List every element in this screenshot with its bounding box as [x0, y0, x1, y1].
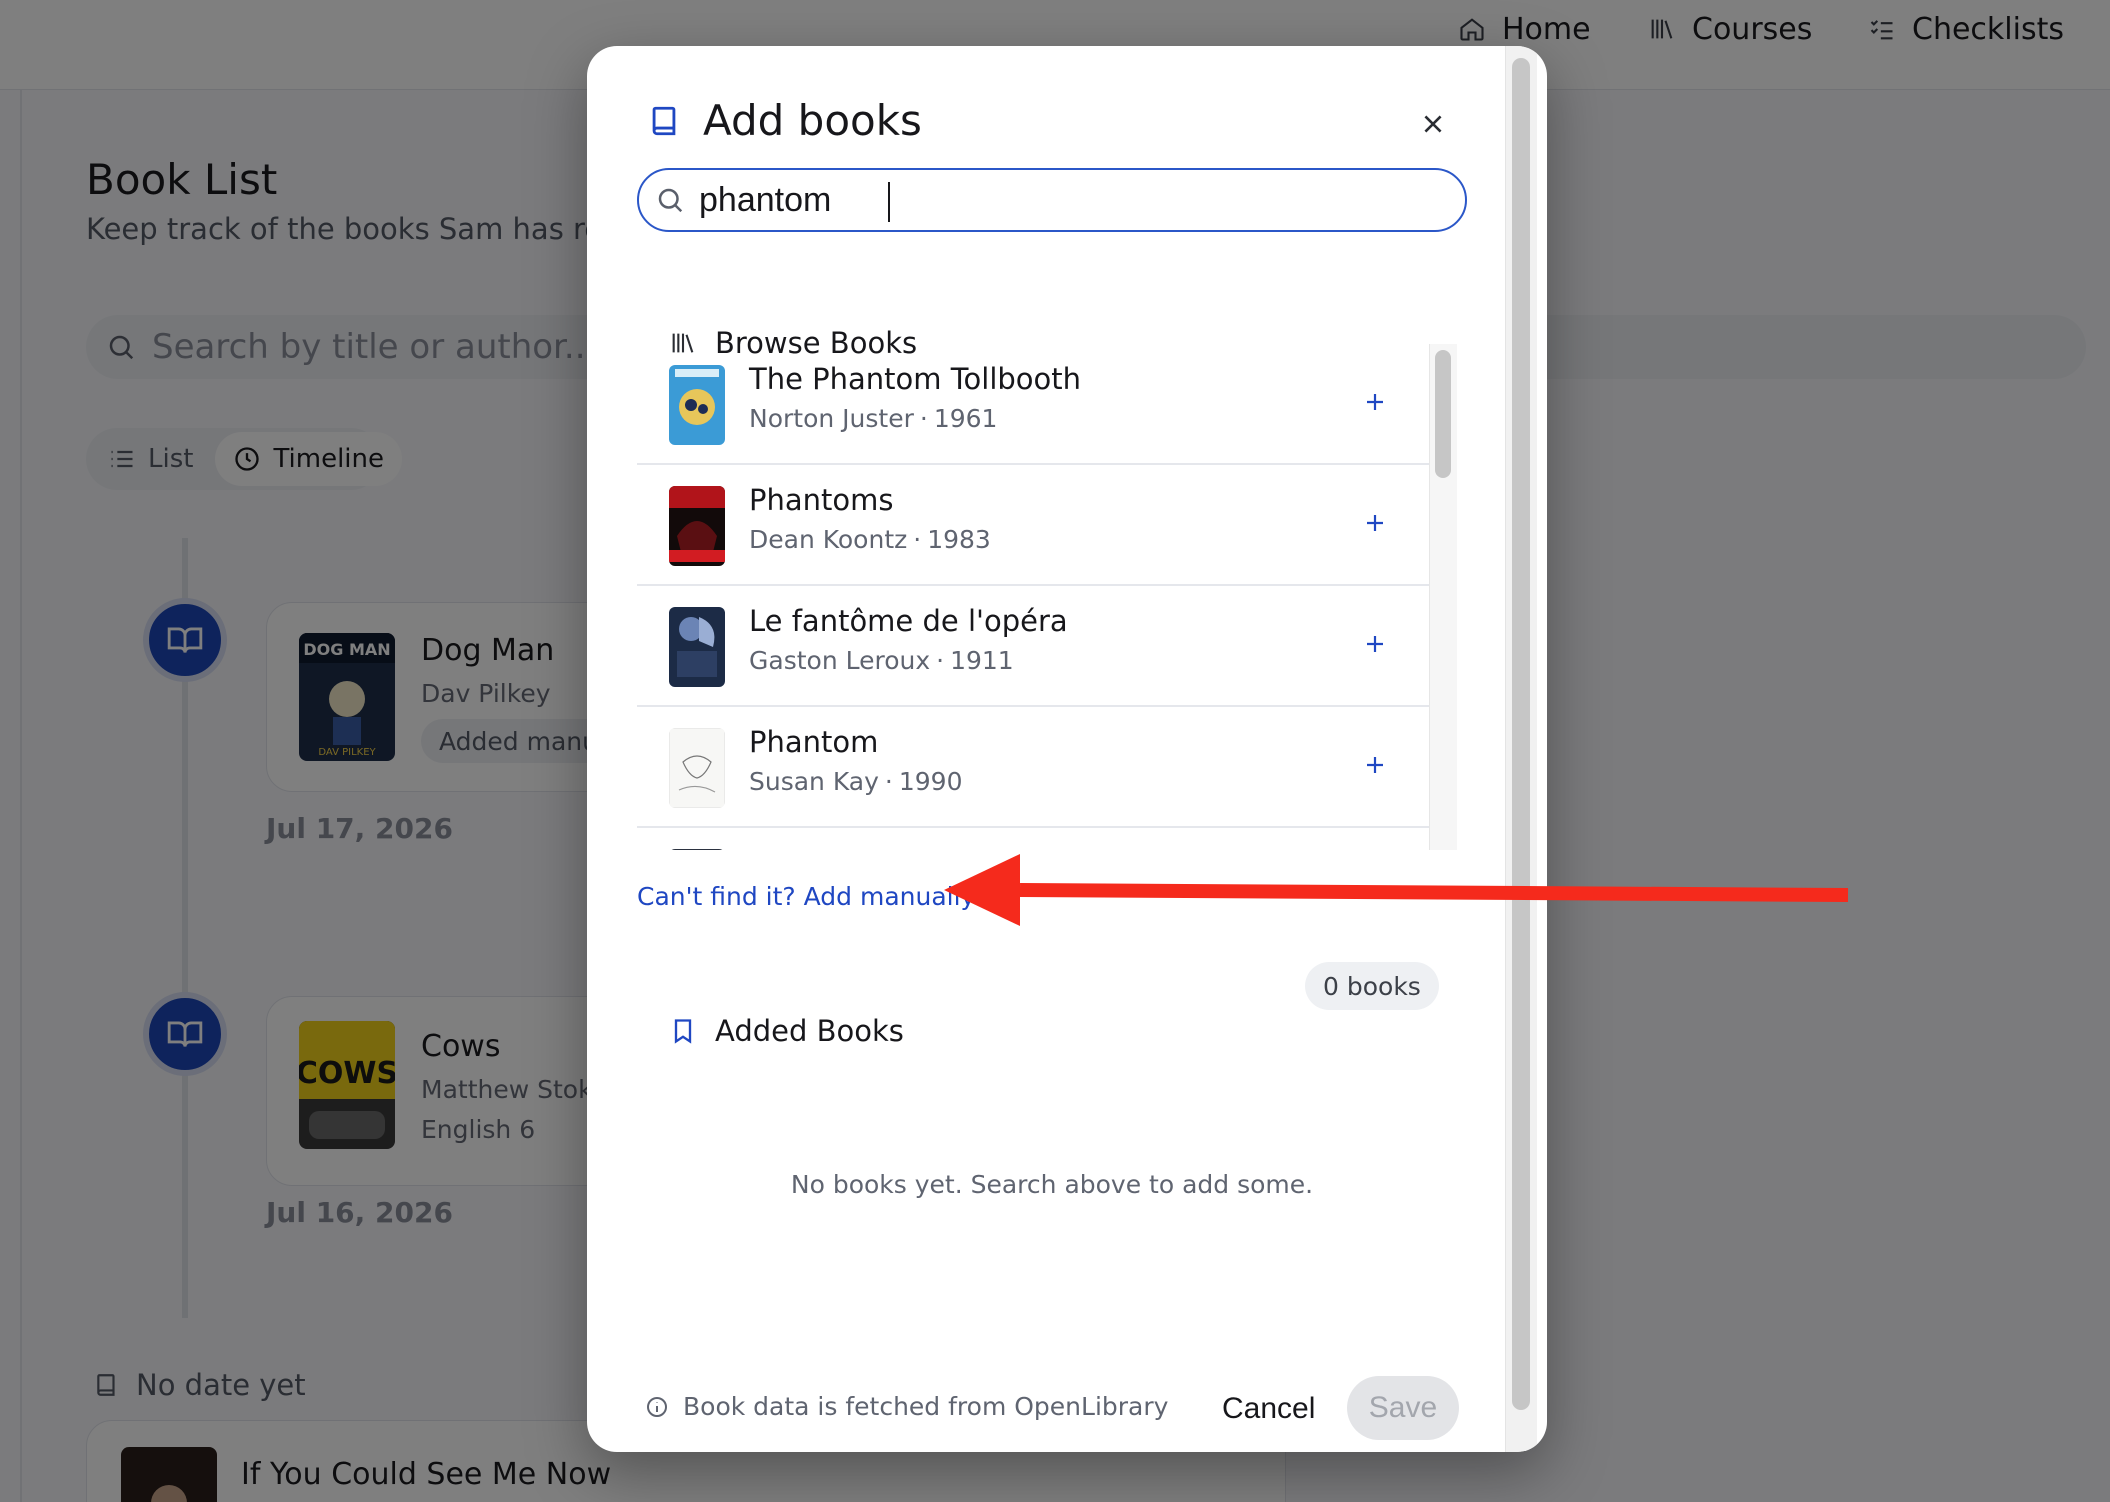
result-year: 1961 — [933, 404, 998, 433]
added-books-label: Added Books — [715, 1014, 904, 1048]
added-count-badge: 0 books — [1305, 962, 1439, 1010]
book-cover-phantoms — [669, 486, 725, 566]
meta-separator: · — [884, 767, 893, 796]
result-author: Susan Kay — [749, 767, 879, 796]
plus-icon — [1367, 515, 1383, 531]
result-meta: Dean Koontz · 1983 — [749, 525, 991, 554]
result-title: Le fantôme de l'opéra — [749, 604, 1068, 638]
info-icon — [647, 1396, 667, 1417]
result-author: Norton Juster — [749, 404, 914, 433]
result-meta: Norton Juster · 1961 — [749, 404, 997, 433]
modal-search-input[interactable] — [699, 180, 1399, 220]
close-icon — [1424, 115, 1442, 133]
annotation-arrow-icon — [944, 854, 1849, 926]
search-result-row[interactable]: Phantoms Dean Koontz · 1983 — [637, 465, 1429, 586]
result-title: The Phantom Tollbooth — [749, 362, 1082, 396]
plus-icon — [1367, 394, 1383, 410]
book-cover-le-fantome — [669, 607, 725, 687]
meta-separator: · — [936, 646, 945, 675]
footer-note-text: Book data is fetched from OpenLibrary — [683, 1392, 1169, 1421]
result-title: Phantoms — [749, 483, 894, 517]
results-scrollbar[interactable] — [1429, 344, 1457, 850]
result-year: 1983 — [927, 525, 991, 554]
book-cover-phantom — [669, 728, 725, 808]
added-books-heading: Added Books — [669, 1014, 904, 1048]
result-year: 1990 — [898, 767, 963, 796]
modal-header: Add books — [647, 96, 922, 145]
book-cover-phantom-tollbooth — [669, 365, 725, 445]
text-caret — [888, 182, 890, 222]
result-author: Dean Koontz — [749, 525, 908, 554]
search-result-row[interactable]: Le fantôme de l'opéra Gaston Leroux · 19… — [637, 586, 1429, 707]
add-books-modal: Add books Browse Books The Phantom Tollb… — [587, 46, 1547, 1452]
result-year: 1911 — [950, 646, 1014, 675]
results-scrollbar-thumb[interactable] — [1435, 350, 1451, 478]
modal-search-field[interactable] — [637, 168, 1467, 232]
close-button[interactable] — [1411, 102, 1455, 146]
search-icon — [658, 188, 683, 213]
meta-separator: · — [913, 525, 922, 554]
book-icon — [652, 106, 676, 135]
modal-scrollbar-thumb[interactable] — [1512, 58, 1530, 1410]
plus-icon — [1367, 636, 1383, 652]
empty-state-message: No books yet. Search above to add some. — [790, 1170, 1314, 1199]
modal-title: Add books — [703, 96, 922, 145]
search-result-row[interactable]: The Phantom Tollbooth Norton Juster · 19… — [637, 344, 1429, 465]
add-book-button[interactable] — [1353, 380, 1397, 424]
add-book-button[interactable] — [1353, 501, 1397, 545]
result-meta: Gaston Leroux · 1911 — [749, 646, 1014, 675]
add-manually-link[interactable]: Can't find it? Add manually — [637, 882, 975, 911]
search-result-row[interactable] — [637, 828, 1429, 850]
result-author: Gaston Leroux — [749, 646, 931, 675]
plus-icon — [1367, 757, 1383, 773]
bookmark-icon — [674, 1019, 692, 1044]
save-button[interactable]: Save — [1347, 1376, 1459, 1440]
search-results-list[interactable]: The Phantom Tollbooth Norton Juster · 19… — [637, 344, 1457, 850]
result-meta: Susan Kay · 1990 — [749, 767, 963, 796]
add-book-button[interactable] — [1353, 743, 1397, 787]
meta-separator: · — [919, 404, 928, 433]
book-cover — [669, 849, 725, 850]
result-title: Phantom — [749, 725, 879, 759]
cancel-button[interactable]: Cancel — [1200, 1378, 1337, 1440]
footer-note: Book data is fetched from OpenLibrary — [645, 1392, 1168, 1421]
search-result-row[interactable]: Phantom Susan Kay · 1990 — [637, 707, 1429, 828]
add-book-button[interactable] — [1353, 622, 1397, 666]
